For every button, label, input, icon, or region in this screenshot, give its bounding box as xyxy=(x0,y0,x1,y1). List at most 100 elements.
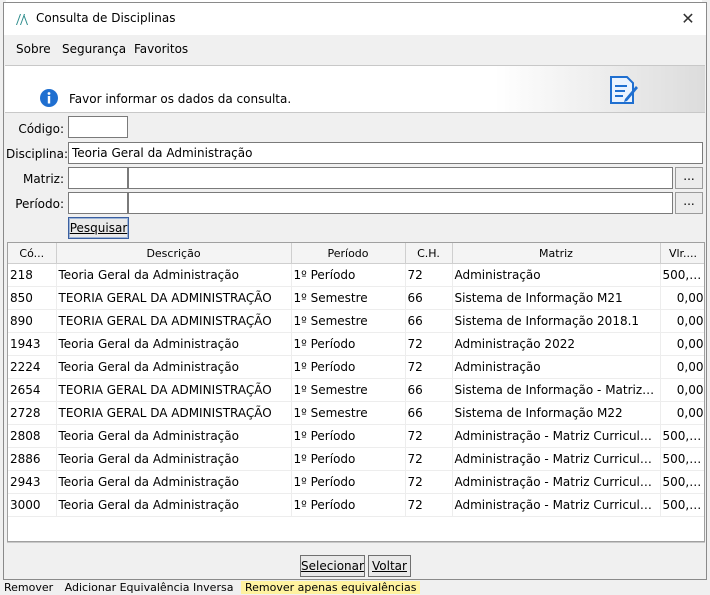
cell-ch: 72 xyxy=(405,470,453,494)
cell-codigo: 2943 xyxy=(8,470,57,494)
codigo-label: Código: xyxy=(18,122,64,136)
voltar-button[interactable]: Voltar xyxy=(368,555,411,577)
periodo-description-field xyxy=(128,192,673,214)
background-remove-equivalences-link[interactable]: Remover apenas equivalências xyxy=(240,581,421,594)
cell-codigo: 850 xyxy=(8,286,57,310)
disciplina-label: Disciplina: xyxy=(6,147,69,161)
menu-bar: Sobre Segurança Favoritos xyxy=(4,35,706,63)
cell-matriz: Administração - Matriz Curricular 20... xyxy=(452,493,661,517)
cell-ch: 66 xyxy=(405,309,453,333)
background-remove-link[interactable]: Remover xyxy=(0,581,57,594)
matriz-lookup-button[interactable]: ... xyxy=(675,167,703,189)
table-row[interactable]: 2654 TEORIA GERAL DA ADMINISTRAÇÃO 1º Seme… xyxy=(8,378,704,402)
cell-codigo: 2224 xyxy=(8,355,57,379)
cell-descricao: Teoria Geral da Administração xyxy=(56,470,292,494)
cell-codigo: 3000 xyxy=(8,493,57,517)
table-row[interactable]: 2943 Teoria Geral da Administração 1º Perí… xyxy=(8,470,704,494)
menu-seguranca[interactable]: Segurança xyxy=(62,42,126,56)
pesquisar-button[interactable]: Pesquisar xyxy=(68,217,129,239)
table-row[interactable]: 2728 TEORIA GERAL DA ADMINISTRAÇÃO 1º Seme… xyxy=(8,401,704,425)
cell-valor: 0,00 xyxy=(660,378,704,402)
cell-codigo: 2808 xyxy=(8,424,57,448)
menu-sobre[interactable]: Sobre xyxy=(16,42,51,56)
selecionar-button[interactable]: Selecionar xyxy=(300,555,365,577)
column-header-valor[interactable]: Vlr.... xyxy=(660,243,704,264)
column-header-descricao[interactable]: Descrição xyxy=(56,243,292,264)
cell-valor: 500,00 xyxy=(660,263,704,287)
table-row[interactable]: 218 Teoria Geral da Administração 1º Perío… xyxy=(8,263,704,287)
cell-periodo: 1º Semestre xyxy=(291,378,406,402)
column-header-periodo[interactable]: Período xyxy=(291,243,406,264)
table-row[interactable]: 890 TEORIA GERAL DA ADMINISTRAÇÃO 1º Semes… xyxy=(8,309,704,333)
cell-periodo: 1º Período xyxy=(291,263,406,287)
cell-periodo: 1º Período xyxy=(291,493,406,517)
cell-descricao: Teoria Geral da Administração xyxy=(56,493,292,517)
cell-matriz: Administração xyxy=(452,263,661,287)
background-window-statusbar: Remover Adicionar Equivalência Inversa R… xyxy=(0,580,710,595)
column-header-ch[interactable]: C.H. xyxy=(405,243,453,264)
matriz-description-field xyxy=(128,167,673,189)
footer-divider xyxy=(7,542,705,543)
table-row[interactable]: 2224 Teoria Geral da Administração 1º Perí… xyxy=(8,355,704,379)
cell-codigo: 2654 xyxy=(8,378,57,402)
cell-matriz: Administração - Matriz Curricular Re... xyxy=(452,447,661,471)
periodo-lookup-button[interactable]: ... xyxy=(675,192,703,214)
table-body: 218 Teoria Geral da Administração 1º Perío… xyxy=(8,263,704,517)
codigo-input[interactable] xyxy=(68,116,128,138)
menu-favoritos[interactable]: Favoritos xyxy=(134,42,188,56)
column-header-matriz[interactable]: Matriz xyxy=(452,243,661,264)
cell-valor: 500,00 xyxy=(660,470,704,494)
title-bar[interactable]: Consulta de Disciplinas ✕ xyxy=(4,3,706,35)
cell-matriz: Administração xyxy=(452,355,661,379)
table-row[interactable]: 2808 Teoria Geral da Administração 1º Perí… xyxy=(8,424,704,448)
cell-matriz: Administração - Matriz Curricular 2022 xyxy=(452,424,661,448)
periodo-label: Período: xyxy=(15,197,64,211)
cell-ch: 72 xyxy=(405,355,453,379)
consulta-disciplinas-dialog: Consulta de Disciplinas ✕ Sobre Seguranç… xyxy=(3,2,707,580)
table-row[interactable]: 1943 Teoria Geral da Administração 1º Perí… xyxy=(8,332,704,356)
table-row[interactable]: 3000 Teoria Geral da Administração 1º Perí… xyxy=(8,493,704,517)
disciplina-input[interactable]: Teoria Geral da Administração xyxy=(68,142,703,164)
cell-valor: 500,00 xyxy=(660,447,704,471)
cell-descricao: TEORIA GERAL DA ADMINISTRAÇÃO xyxy=(56,378,292,402)
cell-matriz: Administração 2022 xyxy=(452,332,661,356)
matriz-code-input[interactable] xyxy=(68,167,128,189)
table-header-row: Có... Descrição Período C.H. Matriz Vlr.... xyxy=(8,243,704,264)
cell-periodo: 1º Período xyxy=(291,424,406,448)
window-title: Consulta de Disciplinas xyxy=(36,11,176,25)
cell-ch: 66 xyxy=(405,401,453,425)
cell-periodo: 1º Semestre xyxy=(291,286,406,310)
cell-descricao: Teoria Geral da Administração xyxy=(56,332,292,356)
cell-matriz: Sistema de Informação M22 xyxy=(452,401,661,425)
column-header-codigo[interactable]: Có... xyxy=(8,243,57,264)
cell-matriz: Sistema de Informação - Matriz Curri... xyxy=(452,378,661,402)
cell-descricao: Teoria Geral da Administração xyxy=(56,424,292,448)
matriz-label: Matriz: xyxy=(22,172,64,186)
results-table: Có... Descrição Período C.H. Matriz Vlr.... 2… xyxy=(8,243,704,517)
cell-codigo: 218 xyxy=(8,263,57,287)
cell-valor: 500,00 xyxy=(660,424,704,448)
cell-matriz: Administração - Matriz Curricular 20... xyxy=(452,470,661,494)
cell-ch: 66 xyxy=(405,378,453,402)
cell-ch: 72 xyxy=(405,493,453,517)
cell-ch: 66 xyxy=(405,286,453,310)
cell-matriz: Sistema de Informação M21 xyxy=(452,286,661,310)
cell-periodo: 1º Período xyxy=(291,332,406,356)
close-icon[interactable]: ✕ xyxy=(676,7,700,31)
cell-descricao: Teoria Geral da Administração xyxy=(56,263,292,287)
cell-descricao: Teoria Geral da Administração xyxy=(56,355,292,379)
cell-codigo: 2886 xyxy=(8,447,57,471)
cell-codigo: 2728 xyxy=(8,401,57,425)
cell-valor: 0,00 xyxy=(660,355,704,379)
banner-message: Favor informar os dados da consulta. xyxy=(69,92,292,106)
results-grid[interactable]: Có... Descrição Período C.H. Matriz Vlr.... 2… xyxy=(7,242,705,542)
cell-periodo: 1º Período xyxy=(291,447,406,471)
cell-valor: 0,00 xyxy=(660,309,704,333)
cell-ch: 72 xyxy=(405,447,453,471)
periodo-code-input[interactable] xyxy=(68,192,128,214)
background-add-inverse-link[interactable]: Adicionar Equivalência Inversa xyxy=(61,581,238,594)
cell-descricao: TEORIA GERAL DA ADMINISTRAÇÃO xyxy=(56,309,292,333)
table-row[interactable]: 2886 Teoria Geral da Administração 1º Perí… xyxy=(8,447,704,471)
table-row[interactable]: 850 TEORIA GERAL DA ADMINISTRAÇÃO 1º Semes… xyxy=(8,286,704,310)
cell-valor: 0,00 xyxy=(660,332,704,356)
